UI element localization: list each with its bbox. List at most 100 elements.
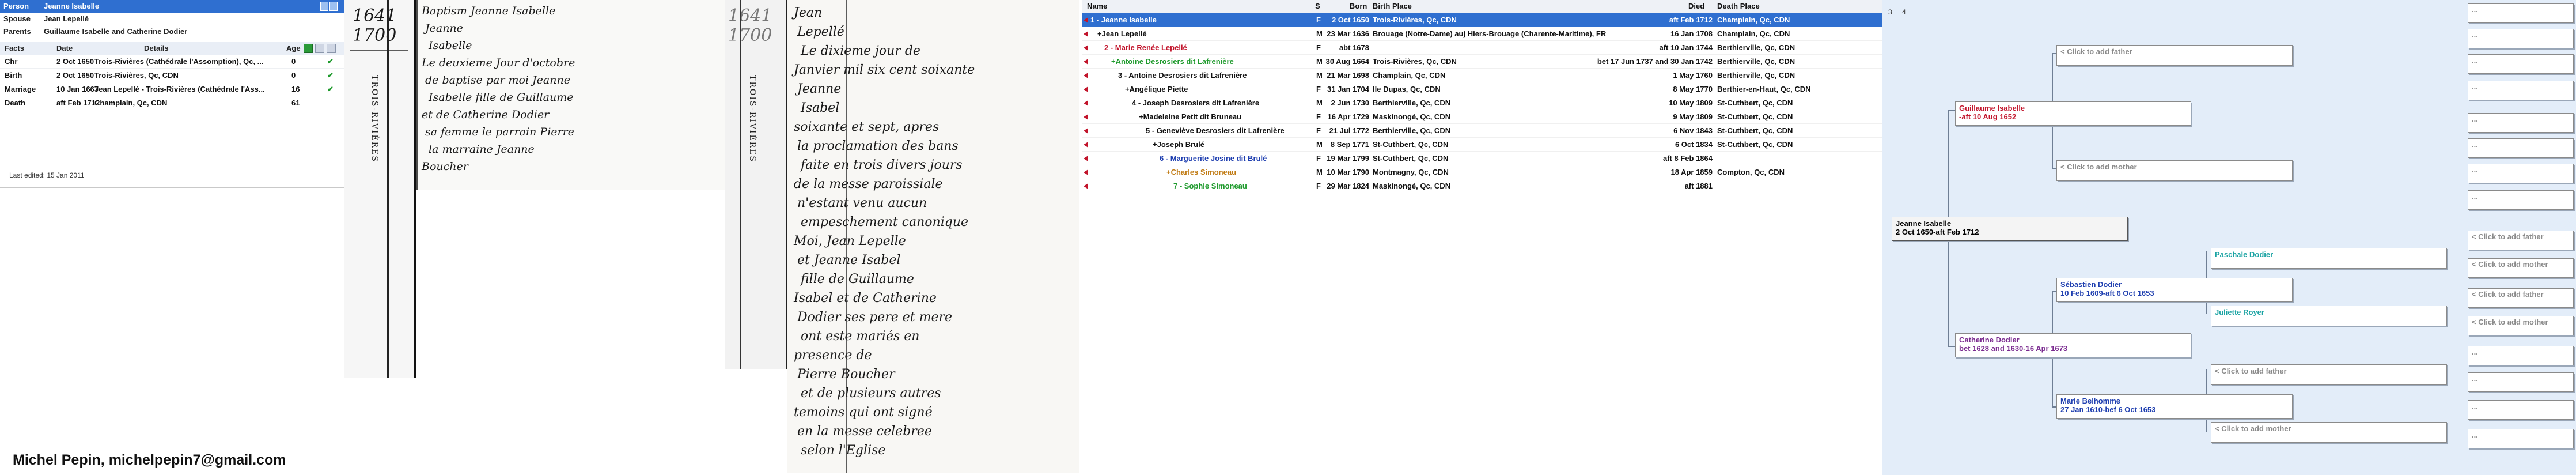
- grid-row[interactable]: 5 - Geneviève Desrosiers dit Lafrenière F…: [1082, 124, 1883, 138]
- grid-row[interactable]: +Jean Lepellé M 23 Mar 1636 Brouage (Notre-…: [1082, 27, 1883, 41]
- row-sex: M: [1316, 29, 1323, 38]
- add-ancestor-slot[interactable]: ...: [2468, 138, 2574, 158]
- grid-row[interactable]: 7 - Sophie Simoneau F 29 Mar 1824 Maskinong…: [1082, 179, 1883, 193]
- note-icon[interactable]: [329, 2, 338, 11]
- expand-arrow-icon[interactable]: [1084, 45, 1088, 51]
- fact-row[interactable]: Marriage 10 Jan 1667 Jean Lepellé - Trois-…: [0, 82, 346, 96]
- add-ancestor-label: ...: [2472, 56, 2478, 65]
- add-ancestor-slot[interactable]: ...: [2468, 372, 2574, 392]
- grid-row[interactable]: +Madeleine Petit dit Bruneau F 16 Apr 1729…: [1082, 110, 1883, 124]
- add-ancestor-slot[interactable]: < Click to add father: [2468, 288, 2574, 308]
- focus-person-box[interactable]: Jeanne Isabelle 2 Oct 1650-aft Feb 1712: [1892, 217, 2128, 241]
- handwritten-line: et de plusieurs autres: [801, 386, 941, 401]
- grid-row[interactable]: +Joseph Brulé M 8 Sep 1771 St-Cuthbert, Qc,…: [1082, 138, 1883, 152]
- expand-arrow-icon[interactable]: [1084, 100, 1088, 106]
- person-row[interactable]: Person Jeanne Isabelle: [0, 0, 346, 13]
- grid-row[interactable]: 6 - Marguerite Josine dit Brulé F 19 Mar 1…: [1082, 152, 1883, 165]
- fact-row[interactable]: Birth 2 Oct 1650 Trois-Rivières, Qc, CDN 0 ✔: [0, 69, 346, 82]
- fact-row[interactable]: Death aft Feb 1712 Champlain, Qc, CDN 61: [0, 96, 346, 110]
- col-died[interactable]: Died: [1688, 0, 1704, 13]
- expand-arrow-icon[interactable]: [1084, 183, 1088, 189]
- source-check-icon: ✔: [327, 71, 334, 80]
- add-ancestor-slot[interactable]: ...: [2468, 164, 2574, 183]
- col-sex[interactable]: S: [1315, 0, 1320, 13]
- col-death-place[interactable]: Death Place: [1717, 0, 1760, 13]
- expand-arrow-icon[interactable]: [1084, 114, 1088, 120]
- expand-arrow-icon[interactable]: [1084, 73, 1088, 78]
- fact-details: Trois-Rivières, Qc, CDN: [94, 71, 179, 80]
- col-facts[interactable]: Facts: [5, 42, 24, 55]
- register-scan-spine-2: 1641 1700 TROIS-RIVIÈRES: [725, 0, 787, 369]
- handwritten-line: presence de: [794, 348, 872, 363]
- col-age[interactable]: Age: [286, 42, 301, 55]
- add-ancestor-slot[interactable]: < Click to add father: [2468, 231, 2574, 250]
- add-fact-icon[interactable]: [304, 44, 313, 53]
- spouse-row[interactable]: Spouse Jean Lepellé: [0, 13, 346, 25]
- expand-arrow-icon[interactable]: [1084, 169, 1088, 175]
- expand-arrow-icon[interactable]: [1084, 156, 1088, 161]
- add-ancestor-slot[interactable]: ...: [2468, 429, 2574, 448]
- handwritten-line: la marraine Jeanne: [429, 143, 535, 156]
- handwritten-line: n'estant venu aucun: [797, 196, 927, 210]
- maternal-grandmother-box[interactable]: Marie Belhomme 27 Jan 1610-bef 6 Oct 165…: [2056, 394, 2293, 419]
- add-ancestor-slot[interactable]: ...: [2468, 54, 2574, 74]
- grid-row[interactable]: +Angélique Piette F 31 Jan 1704 Ile Dupas, …: [1082, 82, 1883, 96]
- add-ancestor-label: ...: [2472, 115, 2478, 123]
- grid-row[interactable]: 4 - Joseph Desrosiers dit Lafrenière M 2 J…: [1082, 96, 1883, 110]
- sources-icon[interactable]: [315, 44, 324, 53]
- expand-arrow-icon[interactable]: [1084, 31, 1088, 37]
- add-father-slot[interactable]: < Click to add father: [2211, 364, 2447, 385]
- fact-age: 16: [291, 85, 300, 93]
- add-mother-slot[interactable]: < Click to add mother: [2211, 422, 2447, 443]
- grid-row[interactable]: +Charles Simoneau M 10 Mar 1790 Montmagny, …: [1082, 165, 1883, 179]
- fact-type: Marriage: [5, 85, 36, 93]
- add-ancestor-slot[interactable]: ...: [2468, 81, 2574, 100]
- grid-row[interactable]: 1 - Jeanne Isabelle F 2 Oct 1650 Trois-Rivi…: [1082, 13, 1883, 27]
- fact-row[interactable]: Chr 2 Oct 1650 Trois-Rivières (Cathédrale …: [0, 55, 346, 69]
- add-ancestor-slot[interactable]: ...: [2468, 190, 2574, 210]
- col-birth-place[interactable]: Birth Place: [1373, 0, 1412, 13]
- add-ancestor-label: ...: [2472, 374, 2478, 383]
- add-ancestor-slot[interactable]: < Click to add mother: [2468, 258, 2574, 278]
- row-died: bet 17 Jun 1737 and 30 Jan 1742: [1597, 57, 1713, 66]
- handwritten-line: en la messe celebree: [797, 424, 932, 439]
- expand-arrow-icon[interactable]: [1084, 86, 1088, 92]
- add-ancestor-slot[interactable]: ...: [2468, 29, 2574, 48]
- great-grandparent-box[interactable]: Paschale Dodier: [2211, 248, 2447, 269]
- add-ancestor-slot[interactable]: ...: [2468, 113, 2574, 133]
- father-box[interactable]: Guillaume Isabelle -aft 10 Aug 1652: [1955, 101, 2191, 126]
- col-details[interactable]: Details: [144, 42, 169, 55]
- add-ancestor-label: < Click to add mother: [2472, 318, 2548, 326]
- add-ancestor-slot[interactable]: ...: [2468, 3, 2574, 23]
- add-mother-slot[interactable]: < Click to add mother: [2056, 160, 2293, 181]
- col-date[interactable]: Date: [56, 42, 73, 55]
- row-name: +Charles Simoneau: [1166, 168, 1237, 176]
- add-ancestor-slot[interactable]: ...: [2468, 346, 2574, 365]
- col-born[interactable]: Born: [1350, 0, 1367, 13]
- edit-icon[interactable]: [320, 2, 328, 11]
- person-name[interactable]: Jeanne Isabelle: [44, 0, 99, 13]
- expand-arrow-icon[interactable]: [1084, 17, 1088, 23]
- spouse-name[interactable]: Jean Lepellé: [44, 13, 89, 25]
- grid-row[interactable]: 2 - Marie Renée Lepellé Fabt 1678 aft 10 J…: [1082, 41, 1883, 55]
- parents-names[interactable]: Guillaume Isabelle and Catherine Dodier: [44, 25, 187, 38]
- media-icon[interactable]: [327, 44, 336, 53]
- great-grandparent-box[interactable]: Juliette Royer: [2211, 306, 2447, 326]
- grid-row[interactable]: 3 - Antoine Desrosiers dit Lafrenière M 21…: [1082, 69, 1883, 82]
- parents-row[interactable]: Parents Guillaume Isabelle and Catherine…: [0, 25, 346, 38]
- expand-arrow-icon[interactable]: [1084, 59, 1088, 65]
- expand-arrow-icon[interactable]: [1084, 128, 1088, 134]
- row-sex: M: [1316, 57, 1323, 66]
- handwritten-line: de baptise par moi Jeanne: [425, 74, 570, 86]
- col-name[interactable]: Name: [1087, 0, 1107, 13]
- row-death-place: Champlain, Qc, CDN: [1717, 16, 1790, 24]
- fact-type: Chr: [5, 57, 18, 66]
- add-ancestor-slot[interactable]: < Click to add mother: [2468, 316, 2574, 335]
- expand-arrow-icon[interactable]: [1084, 142, 1088, 148]
- maternal-grandfather-box[interactable]: Sébastien Dodier 10 Feb 1609-aft 6 Oct 1…: [2056, 278, 2293, 302]
- add-father-slot[interactable]: < Click to add father: [2056, 45, 2293, 66]
- row-died: 18 Apr 1859: [1670, 168, 1713, 176]
- grid-row[interactable]: +Antoine Desrosiers dit Lafrenière M 30 Au…: [1082, 55, 1883, 69]
- add-ancestor-slot[interactable]: ...: [2468, 400, 2574, 420]
- mother-box[interactable]: Catherine Dodier bet 1628 and 1630-16 Ap…: [1955, 333, 2191, 357]
